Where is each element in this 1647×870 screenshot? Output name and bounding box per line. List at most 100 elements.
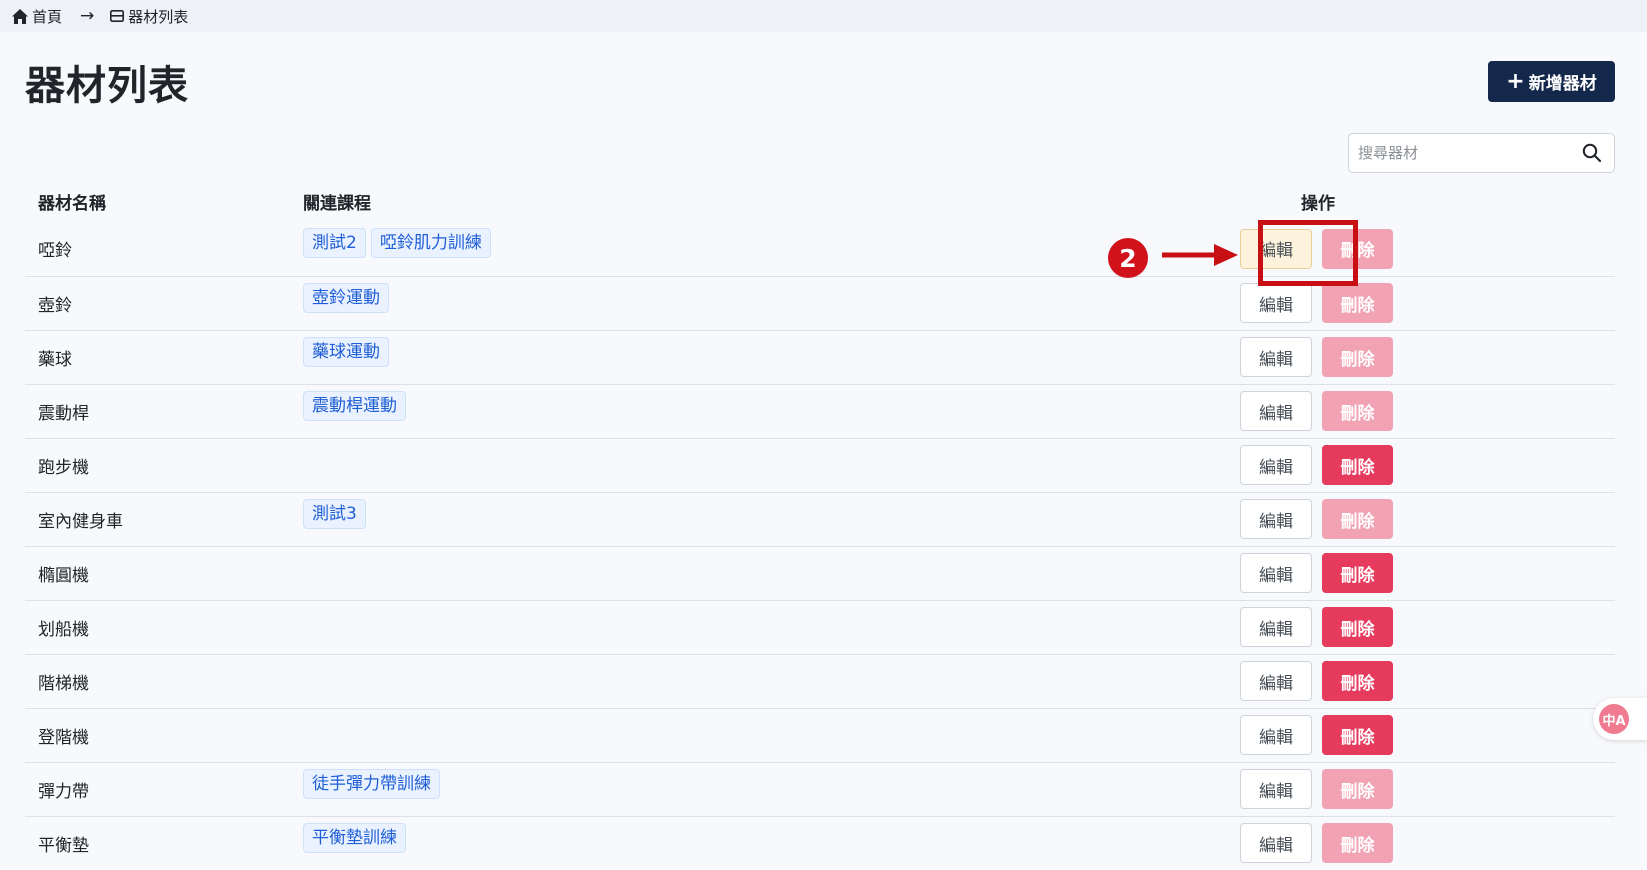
equipment-name: 平衡墊	[38, 835, 89, 856]
equipment-name: 震動桿	[25, 384, 290, 439]
edit-button[interactable]: 編輯	[1240, 499, 1312, 539]
search-box	[1348, 133, 1615, 173]
equipment-name: 藥球	[25, 330, 290, 385]
translate-icon: 中A	[1599, 704, 1629, 734]
header-actions: 操作	[1301, 193, 1335, 214]
related-courses-cell	[290, 600, 1240, 655]
delete-button[interactable]: 刪除	[1322, 553, 1393, 593]
home-icon	[12, 8, 28, 24]
actions-cell: 編輯 刪除	[1240, 708, 1615, 763]
actions-cell: 編輯 刪除	[1240, 438, 1615, 493]
translate-widget-button[interactable]: 中A	[1593, 698, 1647, 740]
table-row: 登階機 編輯 刪除	[25, 708, 1615, 763]
delete-button[interactable]: 刪除	[1322, 769, 1393, 809]
equipment-name: 跑步機	[25, 438, 290, 493]
edit-button[interactable]: 編輯	[1240, 769, 1312, 809]
annotation-highlight-box	[1258, 220, 1358, 286]
course-tag[interactable]: 徒手彈力帶訓練	[303, 768, 440, 799]
table-row: 划船機 編輯 刪除	[25, 600, 1615, 655]
table-header-row: 器材名稱 關連課程 操作	[25, 180, 1615, 222]
table-body: 啞鈴 測試2 啞鈴肌力訓練 編輯 刪除 壺鈴 壺鈴運動 編輯 刪除 藥球 藥球運動 編輯 刪除 震動桿 震動…	[25, 222, 1615, 870]
actions-cell: 編輯 刪除	[1240, 816, 1615, 870]
equipment-icon	[110, 10, 125, 22]
breadcrumb-current: 器材列表	[110, 6, 188, 27]
equipment-name: 登階機	[25, 708, 290, 763]
table-row: 跑步機 編輯 刪除	[25, 438, 1615, 493]
actions-cell: 編輯 刪除	[1240, 654, 1615, 709]
related-courses-cell: 壺鈴運動	[290, 276, 1240, 331]
equipment-name: 啞鈴	[25, 222, 290, 277]
course-tag[interactable]: 平衡墊訓練	[303, 822, 406, 853]
actions-cell: 編輯 刪除	[1240, 546, 1615, 601]
course-tag[interactable]: 壺鈴運動	[303, 282, 389, 313]
course-tag[interactable]: 測試3	[303, 498, 366, 529]
delete-button[interactable]: 刪除	[1322, 445, 1393, 485]
edit-button[interactable]: 編輯	[1240, 445, 1312, 485]
edit-button[interactable]: 編輯	[1240, 607, 1312, 647]
related-courses-cell	[290, 708, 1240, 763]
breadcrumb-home-label: 首頁	[32, 7, 63, 26]
table-row: 藥球 藥球運動 編輯 刪除	[25, 330, 1615, 385]
course-tag[interactable]: 測試2	[303, 228, 366, 258]
delete-button[interactable]: 刪除	[1322, 607, 1393, 647]
arrow-right-icon: →	[80, 6, 95, 26]
delete-button[interactable]: 刪除	[1322, 661, 1393, 701]
related-courses-cell	[290, 438, 1240, 493]
add-equipment-label: 新增器材	[1528, 74, 1597, 94]
table-row: 啞鈴 測試2 啞鈴肌力訓練 編輯 刪除	[25, 222, 1615, 277]
delete-button[interactable]: 刪除	[1322, 499, 1393, 539]
annotation-arrow-icon	[1162, 244, 1238, 266]
delete-button[interactable]: 刪除	[1322, 337, 1393, 377]
actions-cell: 編輯 刪除	[1240, 600, 1615, 655]
related-courses-cell	[290, 546, 1240, 601]
edit-button[interactable]: 編輯	[1240, 283, 1312, 323]
course-tag[interactable]: 震動桿運動	[303, 390, 406, 421]
related-courses-cell: 藥球運動	[290, 330, 1240, 385]
delete-button[interactable]: 刪除	[1322, 715, 1393, 755]
delete-button[interactable]: 刪除	[1322, 391, 1393, 431]
related-courses-cell	[290, 654, 1240, 709]
add-equipment-button[interactable]: + 新增器材	[1488, 61, 1615, 102]
edit-button[interactable]: 編輯	[1240, 553, 1312, 593]
table-row: 壺鈴 壺鈴運動 編輯 刪除	[25, 276, 1615, 331]
table-row: 震動桿 震動桿運動 編輯 刪除	[25, 384, 1615, 439]
related-courses-cell: 震動桿運動	[290, 384, 1240, 439]
actions-cell: 編輯 刪除	[1240, 762, 1615, 817]
table-row: 彈力帶 徒手彈力帶訓練 編輯 刪除	[25, 762, 1615, 817]
equipment-table: 器材名稱 關連課程 操作 啞鈴 測試2 啞鈴肌力訓練 編輯 刪除 壺鈴 壺鈴運動 編輯 刪除 藥球…	[25, 180, 1615, 870]
edit-button[interactable]: 編輯	[1240, 337, 1312, 377]
breadcrumb-home[interactable]: 首頁	[12, 6, 62, 27]
related-courses-cell: 測試3	[290, 492, 1240, 547]
page-title: 器材列表	[25, 63, 189, 109]
actions-cell: 編輯 刪除	[1240, 384, 1615, 439]
equipment-name: 壺鈴	[25, 276, 290, 331]
course-tag[interactable]: 啞鈴肌力訓練	[370, 228, 491, 258]
table-row: 階梯機 編輯 刪除	[25, 654, 1615, 709]
delete-button[interactable]: 刪除	[1322, 283, 1393, 323]
equipment-name: 室內健身車	[25, 492, 290, 547]
related-courses-cell: 測試2 啞鈴肌力訓練	[290, 222, 1240, 277]
edit-button[interactable]: 編輯	[1240, 823, 1312, 864]
related-courses-cell: 平衡墊訓練	[290, 816, 1240, 870]
edit-button[interactable]: 編輯	[1240, 391, 1312, 431]
equipment-name: 階梯機	[25, 654, 290, 709]
edit-button[interactable]: 編輯	[1240, 661, 1312, 701]
delete-button[interactable]: 刪除	[1322, 823, 1393, 864]
breadcrumb-current-label: 器材列表	[128, 7, 189, 26]
equipment-name: 橢圓機	[25, 546, 290, 601]
edit-button[interactable]: 編輯	[1240, 715, 1312, 755]
table-row: 平衡墊 平衡墊訓練 編輯 刪除	[25, 816, 1615, 870]
search-input[interactable]	[1349, 135, 1578, 171]
actions-cell: 編輯 刪除	[1240, 330, 1615, 385]
header-name: 器材名稱	[38, 193, 106, 214]
equipment-name: 划船機	[25, 600, 290, 655]
related-courses-cell: 徒手彈力帶訓練	[290, 762, 1240, 817]
search-icon[interactable]	[1582, 143, 1602, 163]
actions-cell: 編輯 刪除	[1240, 492, 1615, 547]
course-tag[interactable]: 藥球運動	[303, 336, 389, 367]
header-courses: 關連課程	[303, 193, 371, 214]
table-row: 室內健身車 測試3 編輯 刪除	[25, 492, 1615, 547]
breadcrumb: 首頁 → 器材列表	[0, 0, 1647, 32]
equipment-name: 彈力帶	[25, 762, 290, 817]
table-row: 橢圓機 編輯 刪除	[25, 546, 1615, 601]
